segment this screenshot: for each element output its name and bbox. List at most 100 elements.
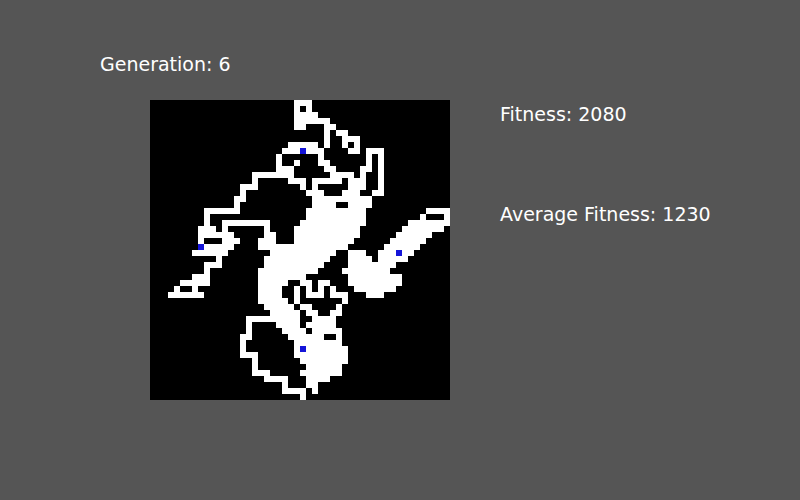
path-cell — [294, 352, 348, 358]
path-cell — [306, 346, 348, 352]
path-cell — [306, 148, 324, 154]
path-cell — [306, 364, 342, 370]
path-cell — [276, 160, 282, 166]
path-cell — [318, 286, 324, 292]
path-cell — [258, 292, 282, 298]
path-cell — [426, 208, 450, 214]
path-cell — [378, 250, 396, 256]
path-cell — [378, 154, 384, 160]
path-cell — [258, 238, 276, 244]
path-cell — [294, 160, 300, 166]
path-cell — [348, 250, 366, 256]
path-cell — [222, 238, 240, 244]
path-cell — [324, 124, 336, 130]
path-cell — [192, 274, 210, 280]
path-cell — [264, 226, 270, 232]
path-cell — [294, 232, 360, 238]
path-cell — [246, 316, 300, 322]
path-cell — [294, 112, 318, 118]
path-cell — [258, 286, 282, 292]
path-cell — [312, 328, 342, 334]
path-cell — [324, 166, 336, 172]
simulation-screen: Generation: 6 Fitness: 2080Average Fitnes… — [0, 0, 800, 500]
path-cell — [330, 292, 348, 298]
path-cell — [306, 322, 336, 328]
path-cell — [180, 280, 210, 286]
agent-dot — [300, 148, 306, 154]
path-cell — [348, 148, 360, 154]
path-cell — [204, 244, 234, 250]
board-background — [150, 100, 450, 400]
path-cell — [306, 106, 312, 112]
path-cell — [294, 226, 360, 232]
path-cell — [252, 178, 258, 184]
path-cell — [204, 214, 210, 220]
path-cell — [234, 202, 240, 208]
path-cell — [306, 382, 318, 388]
path-cell — [408, 220, 450, 226]
path-cell — [204, 208, 240, 214]
path-cell — [312, 196, 372, 202]
stat-label: Average Fitness: 1230 — [500, 202, 711, 226]
path-cell — [294, 298, 300, 304]
path-cell — [324, 136, 330, 142]
path-cell — [204, 220, 210, 226]
path-cell — [444, 214, 450, 220]
agent-dot — [198, 244, 204, 250]
path-cell — [240, 190, 246, 196]
path-cell — [342, 190, 360, 196]
path-cell — [258, 244, 348, 250]
stats-panel: Fitness: 2080Average Fitness: 1230 — [500, 100, 711, 400]
path-cell — [258, 274, 306, 280]
path-cell — [288, 334, 324, 340]
path-cell — [264, 232, 276, 238]
path-cell — [258, 280, 288, 286]
path-cell — [192, 286, 198, 292]
path-cell — [312, 388, 318, 394]
path-cell — [204, 268, 210, 274]
path-cell — [378, 184, 384, 190]
path-cell — [294, 292, 300, 298]
path-cell — [222, 220, 270, 226]
path-cell — [300, 220, 366, 226]
path-cell — [300, 304, 312, 310]
path-cell — [378, 160, 384, 166]
path-cell — [348, 274, 402, 280]
path-cell — [366, 154, 372, 160]
path-cell — [234, 196, 246, 202]
path-cell — [252, 358, 258, 364]
path-cell — [246, 322, 252, 328]
path-cell — [366, 160, 372, 166]
path-cell — [300, 184, 306, 190]
path-cell — [336, 130, 348, 136]
path-cell — [276, 154, 282, 160]
path-cell — [348, 262, 396, 268]
path-cell — [294, 100, 312, 106]
path-cell — [318, 154, 324, 160]
path-cell — [282, 148, 300, 154]
path-cell — [240, 346, 246, 352]
path-cell — [270, 250, 336, 256]
generation-label: Generation: 6 — [100, 52, 800, 76]
path-cell — [330, 286, 336, 292]
path-cell — [360, 172, 366, 178]
path-cell — [336, 304, 342, 310]
path-cell — [300, 394, 306, 400]
path-cell — [342, 136, 360, 142]
path-cell — [246, 328, 252, 334]
path-cell — [264, 304, 294, 310]
path-cell — [252, 370, 270, 376]
path-cell — [378, 166, 384, 172]
path-cell — [264, 262, 324, 268]
path-cell — [348, 178, 366, 184]
path-cell — [360, 166, 372, 172]
maze-board — [150, 100, 450, 400]
path-cell — [192, 250, 228, 256]
path-cell — [282, 388, 306, 394]
path-cell — [324, 142, 330, 148]
path-cell — [294, 124, 306, 130]
path-cell — [288, 178, 306, 184]
path-cell — [348, 184, 366, 190]
path-cell — [342, 268, 390, 274]
path-cell — [312, 202, 336, 208]
